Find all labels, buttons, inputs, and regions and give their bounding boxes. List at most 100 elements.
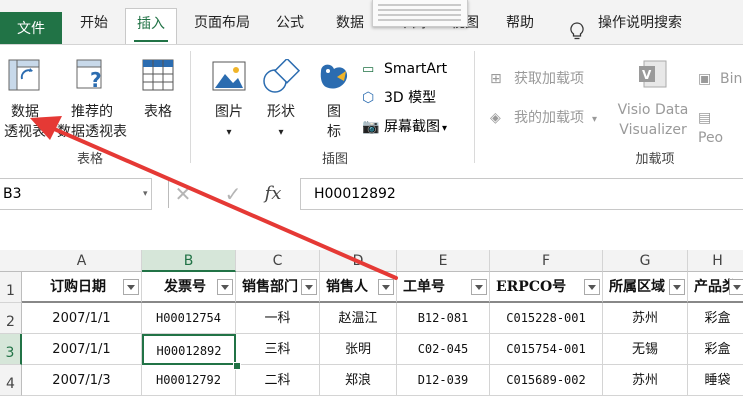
tab-data[interactable]: 数据	[328, 8, 372, 45]
column-header[interactable]: B	[142, 250, 236, 272]
tab-insert[interactable]: 插入	[125, 8, 177, 45]
tab-page-layout[interactable]: 页面布局	[186, 8, 258, 45]
table-cell[interactable]: H00012754	[142, 303, 236, 334]
table-cell[interactable]: C015754-001	[490, 334, 603, 365]
lightbulb-icon[interactable]	[570, 22, 584, 42]
table-cell[interactable]: 无锡	[603, 334, 688, 365]
addin-puzzle-icon: ◈	[490, 110, 501, 126]
cube-icon: ⬡	[362, 90, 375, 106]
column-header[interactable]: F	[490, 250, 603, 272]
3d-model-button[interactable]: ⬡ 3D 模型	[362, 88, 436, 108]
table-cell[interactable]: 郑浪	[320, 365, 397, 396]
table-cell[interactable]: H00012892	[142, 334, 236, 365]
table-cell[interactable]: 苏州	[603, 365, 688, 396]
table-cell[interactable]: 2007/1/1	[22, 303, 142, 334]
table-header-cell[interactable]: 工单号	[397, 272, 490, 303]
table-header-cell[interactable]: 订购日期	[22, 272, 142, 303]
filter-dropdown-icon[interactable]	[669, 279, 685, 295]
table-cell[interactable]: C015228-001	[490, 303, 603, 334]
pictures-button[interactable]: 图片 ▾	[204, 51, 254, 141]
column-header[interactable]: H	[688, 250, 743, 272]
group-label-illustrations: 插图	[321, 152, 348, 167]
row-header[interactable]: 3	[0, 334, 22, 365]
tab-formulas[interactable]: 公式	[268, 8, 312, 45]
table-cell[interactable]: 二科	[236, 365, 320, 396]
visio-label-line2: Visualizer	[619, 122, 687, 138]
table-cell[interactable]: 彩盒	[688, 303, 743, 334]
column-header[interactable]: E	[397, 250, 490, 272]
tab-home[interactable]: 开始	[72, 8, 116, 45]
camera-icon: 📷	[362, 119, 380, 135]
table-header-cell[interactable]: 所属区域	[603, 272, 688, 303]
people-graph-button[interactable]: ▤ Peo	[698, 108, 743, 148]
filter-dropdown-icon[interactable]	[729, 279, 743, 295]
table-cell[interactable]: 2007/1/1	[22, 334, 142, 365]
pivot-table-button[interactable]: 数据 透视表	[0, 51, 50, 141]
my-addins-button[interactable]: ◈ 我的加载项 ▾	[490, 108, 597, 130]
table-cell[interactable]: B12-081	[397, 303, 490, 334]
screenshot-button[interactable]: 📷 屏幕截图 ▾	[362, 117, 447, 139]
table-cell[interactable]: 一科	[236, 303, 320, 334]
table-cell[interactable]: 苏州	[603, 303, 688, 334]
table-icon	[142, 59, 174, 91]
formula-input[interactable]: H00012892	[300, 178, 743, 210]
filter-dropdown-icon[interactable]	[123, 279, 139, 295]
table-cell[interactable]: C015689-002	[490, 365, 603, 396]
recommended-label-line1: 推荐的	[71, 104, 113, 120]
table-cell[interactable]: C02-045	[397, 334, 490, 365]
row-header[interactable]: 1	[0, 272, 22, 303]
worksheet-grid: ABCDEFGH 1 2 3 4 订购日期 发票号 销售部门 销售人 工单号 ERPCO号 所属区域…	[0, 229, 743, 401]
column-header[interactable]: G	[603, 250, 688, 272]
tab-file[interactable]: 文件	[0, 12, 62, 45]
table-button[interactable]: 表格	[134, 51, 182, 141]
shapes-button[interactable]: 形状 ▾	[256, 51, 306, 141]
table-header-cell[interactable]: 销售部门	[236, 272, 320, 303]
table-header-cell[interactable]: 产品类	[688, 272, 743, 303]
ribbon-separator	[474, 51, 475, 163]
filter-dropdown-icon[interactable]	[301, 279, 317, 295]
table-cell[interactable]: 三科	[236, 334, 320, 365]
screenshot-label: 屏幕截图	[384, 119, 440, 135]
ribbon-tab-bar: 文件 开始 插入 页面布局 公式 数据 审阅 视图 帮助 操作说明搜索	[0, 0, 743, 45]
enter-check-icon[interactable]: ✓	[222, 182, 244, 206]
row-header[interactable]: 2	[0, 303, 22, 334]
bing-maps-button[interactable]: ▣ Bin	[698, 69, 742, 89]
cancel-icon[interactable]: ✕	[172, 182, 194, 206]
svg-text:V: V	[642, 68, 652, 82]
sheet-thumbnail-preview	[372, 0, 468, 27]
table-header-cell[interactable]: 发票号	[142, 272, 236, 303]
people-label: Peo	[698, 130, 724, 146]
get-addins-button[interactable]: ⊞ 获取加载项	[490, 69, 584, 89]
insert-function-icon[interactable]: fx	[260, 180, 286, 208]
table-cell[interactable]: 2007/1/3	[22, 365, 142, 396]
table-cell[interactable]: 睡袋	[688, 365, 743, 396]
table-header-cell[interactable]: ERPCO号	[490, 272, 603, 303]
filter-dropdown-icon[interactable]	[471, 279, 487, 295]
table-cell[interactable]: 赵温江	[320, 303, 397, 334]
filter-dropdown-icon[interactable]	[584, 279, 600, 295]
column-header[interactable]: D	[320, 250, 397, 272]
pictures-label: 图片	[215, 104, 243, 120]
column-header[interactable]: A	[22, 250, 142, 272]
table-cell[interactable]: 张明	[320, 334, 397, 365]
pivot-table-icon	[8, 59, 40, 91]
namebox-dropdown-icon[interactable]: ▾	[143, 189, 151, 199]
table-header-cell[interactable]: 销售人	[320, 272, 397, 303]
fill-handle[interactable]	[233, 362, 241, 370]
filter-dropdown-icon[interactable]	[217, 279, 233, 295]
name-box[interactable]: B3	[0, 178, 152, 210]
table-cell[interactable]: D12-039	[397, 365, 490, 396]
table-cell[interactable]: H00012792	[142, 365, 236, 396]
header-text: 销售部门	[242, 279, 298, 295]
table-cell[interactable]: 彩盒	[688, 334, 743, 365]
column-header[interactable]: C	[236, 250, 320, 272]
tab-help[interactable]: 帮助	[498, 8, 542, 45]
icons-button[interactable]: 图 标	[310, 51, 358, 141]
recommended-pivot-button[interactable]: ? 推荐的 数据透视表	[54, 51, 130, 141]
visio-visualizer-button[interactable]: V Visio Data Visualizer	[612, 51, 694, 141]
row-header[interactable]: 4	[0, 365, 22, 396]
picture-icon	[212, 61, 246, 91]
filter-dropdown-icon[interactable]	[378, 279, 394, 295]
tell-me-search[interactable]: 操作说明搜索	[598, 8, 698, 45]
smartart-button[interactable]: ▭ SmartArt	[362, 59, 447, 80]
